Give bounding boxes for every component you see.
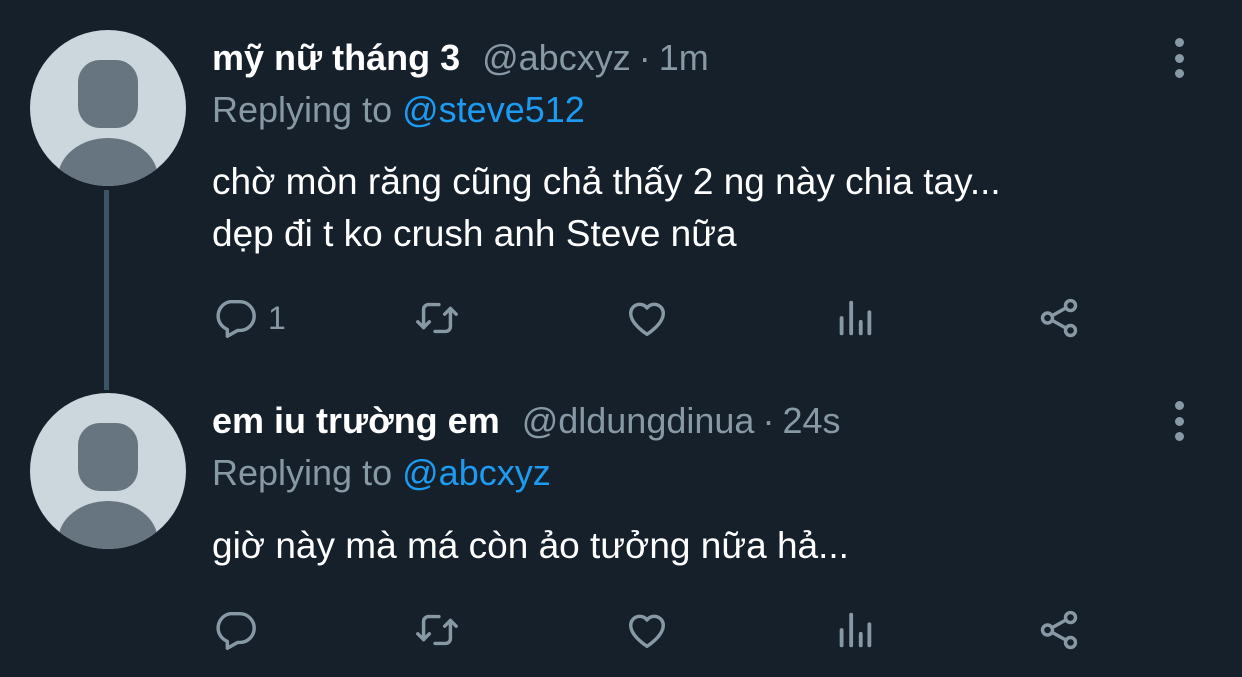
avatar[interactable] <box>30 30 186 186</box>
reply-icon <box>216 299 256 338</box>
analytics-icon <box>839 612 872 648</box>
separator-dot: · <box>638 37 651 78</box>
reply-count: 1 <box>268 299 286 336</box>
replying-prefix: Replying to <box>212 89 393 130</box>
timestamp[interactable]: 24s <box>782 400 840 441</box>
retweet-button[interactable] <box>414 293 460 343</box>
reply-button[interactable] <box>212 605 268 655</box>
tweet-header: mỹ nữ tháng 3 @abcxyz · 1m <box>212 36 709 80</box>
like-button[interactable] <box>624 605 670 655</box>
tweet-header: em iu trường em @dldungdinua · 24s <box>212 399 840 443</box>
retweet-icon <box>416 302 458 334</box>
share-icon <box>1040 298 1078 338</box>
avatar-body-shape <box>58 501 158 549</box>
avatar-body-shape <box>58 138 158 186</box>
separator-dot: · <box>762 400 775 441</box>
like-icon <box>628 614 666 649</box>
analytics-icon <box>839 300 872 336</box>
more-icon[interactable] <box>1166 38 1192 78</box>
replying-prefix: Replying to <box>212 452 393 493</box>
analytics-button[interactable] <box>832 293 878 343</box>
tweet-text: giờ này mà má còn ảo tưởng nữa hả... <box>212 520 849 572</box>
reply-button[interactable]: 1 <box>212 293 286 343</box>
share-icon <box>1040 610 1078 650</box>
display-name[interactable]: mỹ nữ tháng 3 <box>212 37 460 78</box>
share-button[interactable] <box>1036 605 1082 655</box>
tweet-text: chờ mòn răng cũng chả thấy 2 ng này chia… <box>212 156 1001 260</box>
like-icon <box>628 302 666 337</box>
mention-link[interactable]: @steve512 <box>402 89 585 130</box>
tweet-text-line: giờ này mà má còn ảo tưởng nữa hả... <box>212 525 849 566</box>
tweet[interactable]: mỹ nữ tháng 3 @abcxyz · 1m Replying to @ste… <box>0 0 1242 365</box>
user-handle[interactable]: @abcxyz <box>482 37 631 78</box>
retweet-icon <box>416 614 458 646</box>
retweet-button[interactable] <box>414 605 460 655</box>
share-button[interactable] <box>1036 293 1082 343</box>
avatar-head-shape <box>78 423 138 491</box>
action-bar <box>212 605 1112 655</box>
more-icon[interactable] <box>1166 401 1192 441</box>
tweet[interactable]: em iu trường em @dldungdinua · 24s Replying… <box>0 365 1242 677</box>
user-handle[interactable]: @dldungdinua <box>522 400 755 441</box>
analytics-button[interactable] <box>832 605 878 655</box>
replying-to: Replying to @steve512 <box>212 88 585 132</box>
like-button[interactable] <box>624 293 670 343</box>
mention-link[interactable]: @abcxyz <box>402 452 551 493</box>
reply-icon <box>216 611 256 650</box>
display-name[interactable]: em iu trường em <box>212 400 500 441</box>
tweet-text-line: chờ mòn răng cũng chả thấy 2 ng này chia… <box>212 161 1001 202</box>
avatar-head-shape <box>78 60 138 128</box>
action-bar: 1 <box>212 293 1112 343</box>
avatar[interactable] <box>30 393 186 549</box>
timestamp[interactable]: 1m <box>659 37 709 78</box>
replying-to: Replying to @abcxyz <box>212 451 551 495</box>
tweet-text-line: dẹp đi t ko crush anh Steve nữa <box>212 213 737 254</box>
